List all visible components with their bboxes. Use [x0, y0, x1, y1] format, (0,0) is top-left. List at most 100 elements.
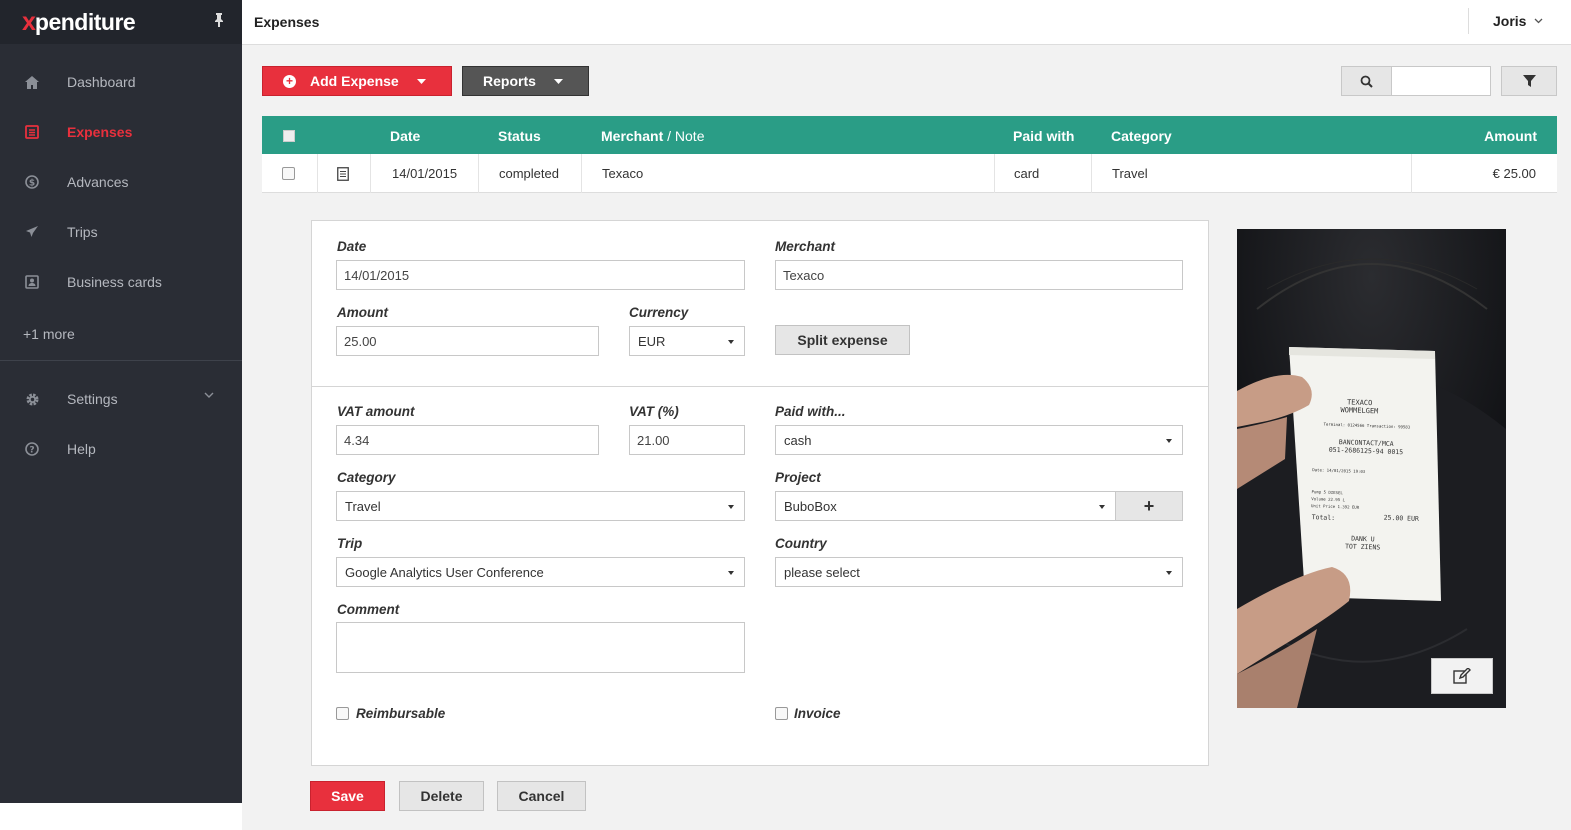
- column-status[interactable]: Status: [498, 128, 541, 144]
- invoice-label: Invoice: [794, 706, 841, 721]
- receipt-illustration: TEXACO WOMMELGEM Terminal: 0124566 Trans…: [1237, 229, 1506, 708]
- column-merchant[interactable]: Merchant / Note: [601, 128, 704, 144]
- sidebar-item-settings[interactable]: Settings: [0, 374, 242, 424]
- page-title: Expenses: [254, 14, 320, 30]
- invoice-checkbox[interactable]: [775, 707, 788, 720]
- column-divider: [478, 154, 479, 193]
- date-field[interactable]: [336, 260, 745, 290]
- country-value: please select: [784, 564, 860, 580]
- dropdown-arrow-icon: [1099, 505, 1105, 509]
- column-date[interactable]: Date: [390, 128, 420, 144]
- currency-value: EUR: [638, 333, 666, 349]
- amount-label: Amount: [337, 305, 388, 320]
- comment-field[interactable]: [336, 622, 745, 673]
- sidebar-item-advances[interactable]: $ Advances: [0, 157, 242, 207]
- vat-percent-field[interactable]: [629, 425, 745, 455]
- paid-with-value: cash: [784, 432, 812, 448]
- sidebar-item-trips[interactable]: Trips: [0, 207, 242, 257]
- column-amount[interactable]: Amount: [1484, 128, 1537, 144]
- form-divider: [312, 386, 1208, 387]
- sidebar-item-expenses[interactable]: Expenses: [0, 107, 242, 157]
- contact-card-icon: [24, 274, 40, 290]
- reimbursable-label: Reimbursable: [356, 706, 446, 721]
- edit-icon: [1453, 668, 1471, 684]
- row-checkbox[interactable]: [282, 167, 295, 180]
- column-divider: [1411, 154, 1412, 193]
- search-input[interactable]: [1391, 66, 1491, 96]
- country-select[interactable]: please select: [775, 557, 1183, 587]
- row-paid-with: card: [1014, 166, 1040, 181]
- sidebar-item-business-cards[interactable]: Business cards: [0, 257, 242, 307]
- receipt-footer2: TOT ZIENS: [1345, 542, 1381, 551]
- delete-button[interactable]: Delete: [399, 781, 484, 811]
- caret-down-icon: [416, 78, 426, 84]
- search-button[interactable]: [1341, 66, 1392, 96]
- sidebar-more[interactable]: +1 more: [0, 307, 242, 361]
- pin-icon[interactable]: [214, 13, 224, 27]
- logo-text: penditure: [34, 8, 136, 35]
- vat-amount-field[interactable]: [336, 425, 599, 455]
- comment-label: Comment: [337, 602, 400, 617]
- help-icon: ?: [24, 441, 40, 457]
- app-logo[interactable]: x penditure: [0, 0, 242, 44]
- column-divider: [581, 154, 582, 193]
- receipt-photo[interactable]: TEXACO WOMMELGEM Terminal: 0124566 Trans…: [1237, 229, 1506, 708]
- edit-image-button[interactable]: [1431, 658, 1493, 694]
- plus-circle-icon: +: [283, 74, 296, 88]
- sidebar-item-label: Advances: [67, 174, 129, 190]
- document-icon[interactable]: [337, 167, 349, 181]
- row-status: completed: [499, 166, 559, 181]
- sidebar-item-label: Help: [67, 441, 96, 457]
- reimbursable-checkbox[interactable]: [336, 707, 349, 720]
- svg-text:$: $: [29, 179, 35, 189]
- search-icon: [1360, 75, 1373, 88]
- table-row[interactable]: 14/01/2015 completed Texaco card Travel …: [262, 154, 1557, 193]
- receipt-total-value: 25.00 EUR: [1384, 514, 1420, 523]
- trip-select[interactable]: Google Analytics User Conference: [336, 557, 745, 587]
- receipt-icon: [24, 124, 40, 140]
- sidebar-item-help[interactable]: ? Help: [0, 424, 242, 474]
- country-label: Country: [775, 536, 827, 551]
- dropdown-arrow-icon: [728, 571, 734, 575]
- sidebar-footer: [0, 803, 242, 830]
- add-project-button[interactable]: +: [1115, 491, 1183, 521]
- column-paid-with[interactable]: Paid with: [1013, 128, 1074, 144]
- cancel-button[interactable]: Cancel: [497, 781, 586, 811]
- paid-with-select[interactable]: cash: [775, 425, 1183, 455]
- currency-select[interactable]: EUR: [629, 326, 745, 356]
- project-label: Project: [775, 470, 821, 485]
- save-button[interactable]: Save: [310, 781, 385, 811]
- select-all-checkbox[interactable]: [283, 130, 295, 142]
- filter-icon: [1522, 75, 1536, 87]
- row-amount: € 25.00: [1492, 166, 1536, 181]
- chevron-down-icon: [1535, 18, 1543, 24]
- receipt-line2: WOMMELGEM: [1340, 406, 1378, 415]
- reports-button[interactable]: Reports: [462, 66, 589, 96]
- dropdown-arrow-icon: [728, 505, 734, 509]
- svg-text:?: ?: [29, 446, 34, 456]
- expense-form: Date Merchant Amount Currency EUR Split …: [311, 220, 1209, 766]
- dropdown-arrow-icon: [728, 340, 734, 344]
- amount-field[interactable]: [336, 326, 599, 356]
- column-category[interactable]: Category: [1111, 128, 1172, 144]
- dropdown-arrow-icon: [1166, 571, 1172, 575]
- merchant-field[interactable]: [775, 260, 1183, 290]
- caret-down-icon: [553, 78, 563, 84]
- column-divider: [1091, 154, 1092, 193]
- project-select[interactable]: BuboBox: [775, 491, 1116, 521]
- column-divider: [317, 154, 318, 193]
- expenses-table: Date Status Merchant / Note Paid with Ca…: [262, 116, 1557, 193]
- note-header-label: / Note: [667, 128, 705, 144]
- user-menu[interactable]: Joris: [1468, 8, 1571, 34]
- split-expense-button[interactable]: Split expense: [775, 325, 910, 355]
- add-expense-button[interactable]: + Add Expense: [262, 66, 452, 96]
- paid-with-label: Paid with...: [775, 404, 846, 419]
- project-value: BuboBox: [784, 498, 837, 514]
- row-merchant: Texaco: [602, 166, 644, 181]
- sidebar-item-dashboard[interactable]: Dashboard: [0, 57, 242, 107]
- sidebar: x penditure Dashboard Expenses $ Advances…: [0, 0, 242, 803]
- date-label: Date: [337, 239, 367, 254]
- category-select[interactable]: Travel: [336, 491, 745, 521]
- filter-button[interactable]: [1501, 66, 1557, 96]
- dollar-circle-icon: $: [24, 174, 40, 190]
